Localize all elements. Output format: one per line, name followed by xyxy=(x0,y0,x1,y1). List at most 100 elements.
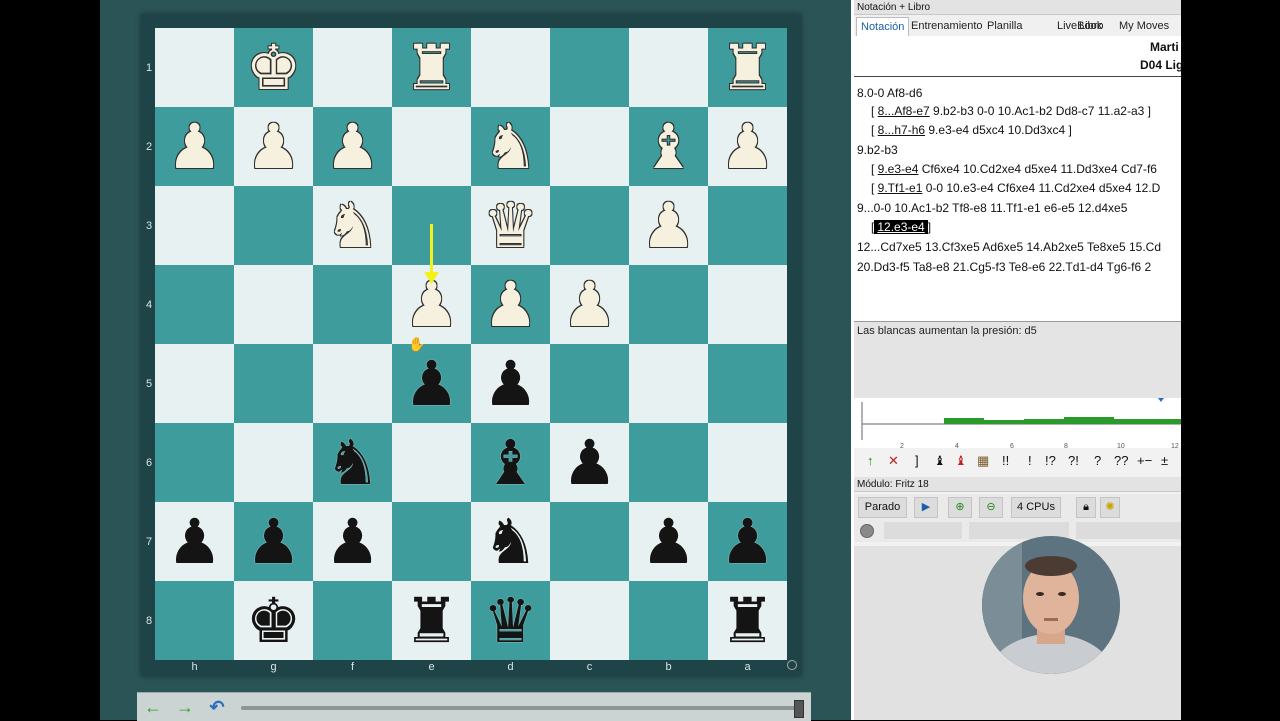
white-piece[interactable]: ♛ xyxy=(483,194,539,257)
symbol-blunder[interactable]: ?? xyxy=(1114,453,1128,468)
comment-area[interactable]: Las blancas aumentan la presión: d5 xyxy=(854,321,1181,399)
white-piece[interactable]: ♝ xyxy=(641,115,697,178)
red-bishop-icon[interactable]: ♝ xyxy=(955,453,967,469)
diagram-icon[interactable]: ▦ xyxy=(977,453,989,469)
black-piece[interactable]: ♟ xyxy=(483,352,539,415)
black-piece[interactable]: ♝ xyxy=(483,431,539,494)
lightbulb-icon[interactable]: ✺ xyxy=(1100,497,1120,518)
square-b5[interactable] xyxy=(629,344,708,423)
square-a8[interactable]: ♜ xyxy=(708,581,787,660)
square-g4[interactable] xyxy=(234,265,313,344)
square-f8[interactable] xyxy=(313,581,392,660)
stop-engine-button[interactable]: Parado xyxy=(858,497,907,518)
square-d2[interactable]: ♞ xyxy=(471,107,550,186)
forward-arrow-icon[interactable]: → xyxy=(171,697,199,717)
move-slider-track[interactable] xyxy=(241,706,801,710)
square-e8[interactable]: ♜ xyxy=(392,581,471,660)
square-c3[interactable] xyxy=(550,186,629,265)
variation-line[interactable]: [ 8...Af8-e7 9.b2-b3 0-0 10.Ac1-b2 Dd8-c… xyxy=(871,104,1151,118)
white-piece[interactable]: ♞ xyxy=(325,194,381,257)
square-f2[interactable]: ♟ xyxy=(313,107,392,186)
square-h6[interactable] xyxy=(155,423,234,502)
variation-line[interactable]: [ 9.Tf1-e1 0-0 10.e3-e4 Cf6xe4 11.Cd2xe4… xyxy=(871,181,1160,195)
square-f3[interactable]: ♞ xyxy=(313,186,392,265)
white-piece[interactable]: ♟ xyxy=(325,115,381,178)
move-line[interactable]: 12...Cd7xe5 13.Cf3xe5 Ad6xe5 14.Ab2xe5 T… xyxy=(857,240,1161,254)
white-piece[interactable]: ♟ xyxy=(641,194,697,257)
variation-move[interactable]: 8...h7-h6 xyxy=(878,123,925,137)
square-g7[interactable]: ♟ xyxy=(234,502,313,581)
black-piece[interactable]: ♚ xyxy=(246,589,302,652)
symbol-white-advantage[interactable]: ± xyxy=(1161,453,1168,468)
square-a3[interactable] xyxy=(708,186,787,265)
square-a7[interactable]: ♟ xyxy=(708,502,787,581)
black-piece[interactable]: ♜ xyxy=(720,589,776,652)
square-f5[interactable] xyxy=(313,344,392,423)
tab-planilla[interactable]: Planilla xyxy=(987,17,1022,36)
square-c2[interactable] xyxy=(550,107,629,186)
square-h1[interactable] xyxy=(155,28,234,107)
white-piece[interactable]: ♜ xyxy=(720,36,776,99)
square-d8[interactable]: ♛ xyxy=(471,581,550,660)
cpus-button[interactable]: 4 CPUs xyxy=(1011,497,1061,518)
square-d1[interactable] xyxy=(471,28,550,107)
square-b1[interactable] xyxy=(629,28,708,107)
black-piece[interactable]: ♞ xyxy=(325,431,381,494)
square-h7[interactable]: ♟ xyxy=(155,502,234,581)
tab-my-moves[interactable]: My Moves xyxy=(1119,17,1169,36)
move-slider-thumb[interactable] xyxy=(794,700,804,718)
square-c4[interactable]: ♟ xyxy=(550,265,629,344)
move-line[interactable]: 9.b2-b3 xyxy=(857,143,898,157)
square-d3[interactable]: ♛ xyxy=(471,186,550,265)
variation-text[interactable]: 9.b2-b3 0-0 10.Ac1-b2 Dd8-c7 11.a2-a3 ] xyxy=(930,104,1151,118)
square-d7[interactable]: ♞ xyxy=(471,502,550,581)
square-b3[interactable]: ♟ xyxy=(629,186,708,265)
square-c7[interactable] xyxy=(550,502,629,581)
variation-text[interactable]: 0-0 10.e3-e4 Cf6xe4 11.Cd2xe4 d5xe4 12.D xyxy=(922,181,1161,195)
white-piece[interactable]: ♟ xyxy=(167,115,223,178)
zoom-in-icon[interactable]: ⊕ xyxy=(948,497,972,518)
chess-board[interactable]: ♚ ♜ ♜ ♟ ♟ ♟ ♞ ♝ ♟ ♞ ♛ ♟ ♟ ♟ ♟ ♟ ♟ ♞ ♝ ♟ ♟ ♟ ♟ ♞ ♟ ♟ ♚ ♜ ♛ ♜ xyxy=(155,28,787,660)
square-c8[interactable] xyxy=(550,581,629,660)
white-piece[interactable]: ♟ xyxy=(246,115,302,178)
square-b6[interactable] xyxy=(629,423,708,502)
delete-icon[interactable]: ✕ xyxy=(888,453,899,469)
square-g1[interactable]: ♚ xyxy=(234,28,313,107)
square-g5[interactable] xyxy=(234,344,313,423)
evaluation-graph[interactable]: 2 4 6 8 10 12 xyxy=(854,398,1181,450)
variation-move[interactable]: 9.e3-e4 xyxy=(878,162,919,176)
black-piece[interactable]: ♟ xyxy=(325,510,381,573)
move-line[interactable]: 8.0-0 Af8-d6 xyxy=(857,86,922,100)
square-c5[interactable] xyxy=(550,344,629,423)
white-piece[interactable]: ♚ xyxy=(246,36,302,99)
square-e2[interactable] xyxy=(392,107,471,186)
square-f4[interactable] xyxy=(313,265,392,344)
square-a1[interactable]: ♜ xyxy=(708,28,787,107)
square-c6[interactable]: ♟ xyxy=(550,423,629,502)
square-e6[interactable] xyxy=(392,423,471,502)
black-piece[interactable]: ♛ xyxy=(483,589,539,652)
white-piece[interactable]: ♞ xyxy=(483,115,539,178)
bracket-icon[interactable]: ] xyxy=(915,453,919,468)
symbol-mistake[interactable]: ? xyxy=(1094,453,1101,468)
move-line[interactable]: 20.Dd3-f5 Ta8-e8 21.Cg5-f3 Te8-e6 22.Td1… xyxy=(857,260,1151,274)
square-h3[interactable] xyxy=(155,186,234,265)
square-g2[interactable]: ♟ xyxy=(234,107,313,186)
square-f1[interactable] xyxy=(313,28,392,107)
square-a2[interactable]: ♟ xyxy=(708,107,787,186)
variation-move[interactable]: 8...Af8-e7 xyxy=(878,104,930,118)
square-f6[interactable]: ♞ xyxy=(313,423,392,502)
symbol-dubious[interactable]: ?! xyxy=(1068,453,1079,468)
move-line[interactable]: 9...0-0 10.Ac1-b2 Tf8-e8 11.Tf1-e1 e6-e5… xyxy=(857,201,1127,215)
symbol-brilliant[interactable]: !! xyxy=(1002,453,1009,468)
black-piece[interactable]: ♟ xyxy=(246,510,302,573)
square-b4[interactable] xyxy=(629,265,708,344)
square-e5[interactable]: ♟ xyxy=(392,344,471,423)
symbol-good[interactable]: ! xyxy=(1028,453,1032,468)
square-g6[interactable] xyxy=(234,423,313,502)
white-piece[interactable]: ♟ xyxy=(404,273,460,336)
tab-libro[interactable]: Libro xyxy=(1079,17,1103,36)
square-h4[interactable] xyxy=(155,265,234,344)
square-b7[interactable]: ♟ xyxy=(629,502,708,581)
white-piece[interactable]: ♟ xyxy=(720,115,776,178)
